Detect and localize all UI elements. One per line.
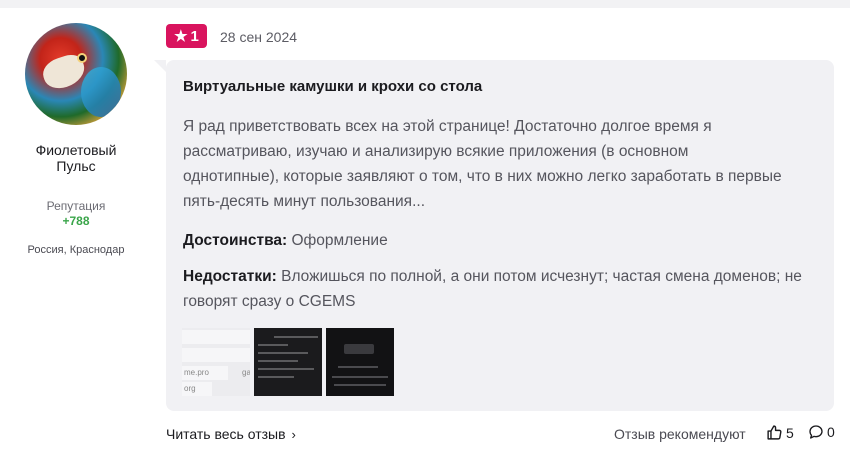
reputation-value: +788 bbox=[62, 214, 90, 228]
author-name[interactable]: Фиолетовый Пульс bbox=[14, 142, 138, 174]
pros-text: Оформление bbox=[287, 232, 388, 249]
star-icon: ★ bbox=[174, 27, 188, 45]
comments-button[interactable]: 0 bbox=[808, 424, 835, 440]
like-button[interactable]: 5 bbox=[766, 424, 794, 441]
thumb-row bbox=[182, 330, 250, 344]
thumb-line bbox=[258, 360, 298, 362]
thumb-line bbox=[258, 352, 308, 354]
review-title[interactable]: Виртуальные камушки и крохи со стола bbox=[183, 78, 823, 95]
review-date: 28 сен 2024 bbox=[220, 29, 298, 45]
read-more-label: Читать весь отзыв bbox=[166, 426, 286, 442]
thumb-line bbox=[332, 376, 388, 378]
comment-icon bbox=[809, 425, 823, 439]
thumb-button bbox=[344, 344, 374, 354]
avatar-eye bbox=[77, 53, 87, 63]
author-name-line1: Фиолетовый bbox=[35, 142, 117, 158]
review-card: Фиолетовый Пульс Репутация +788 Россия, … bbox=[0, 8, 850, 457]
author-name-line2: Пульс bbox=[56, 158, 96, 174]
thumbnail-2[interactable] bbox=[254, 328, 322, 396]
review-pros: Достоинства: Оформление bbox=[183, 228, 783, 253]
rating-badge: ★ 1 bbox=[166, 24, 207, 48]
author-location: Россия, Краснодар bbox=[27, 244, 125, 256]
cons-label: Недостатки: bbox=[183, 268, 277, 285]
thumb-text: org bbox=[184, 384, 196, 393]
recommends-label: Отзыв рекомендуют bbox=[614, 426, 746, 442]
cons-text: Вложишься по полной, а они потом исчезну… bbox=[183, 268, 802, 310]
review-text: Я рад приветствовать всех на этой страни… bbox=[183, 118, 782, 210]
reputation-label: Репутация bbox=[46, 199, 106, 213]
thumbs-up-icon bbox=[767, 425, 782, 440]
review-body: Виртуальные камушки и крохи со стола Я р… bbox=[154, 60, 834, 411]
thumb-line bbox=[338, 366, 378, 368]
review-cons: Недостатки: Вложишься по полной, а они п… bbox=[183, 264, 803, 314]
thumb-line bbox=[258, 344, 288, 346]
pros-label: Достоинства: bbox=[183, 232, 288, 249]
review-thumbnails: me.pro ga org bbox=[182, 328, 394, 396]
chevron-right-icon: › bbox=[291, 426, 296, 442]
thumb-row bbox=[182, 348, 250, 362]
thumb-line bbox=[258, 376, 294, 378]
thumbnail-1[interactable]: me.pro ga org bbox=[182, 328, 250, 396]
thumb-line bbox=[274, 336, 318, 338]
thumb-text: ga bbox=[242, 368, 250, 377]
thumb-line bbox=[258, 368, 314, 370]
avatar-feather bbox=[81, 67, 121, 117]
comments-count: 0 bbox=[827, 424, 835, 440]
thumb-line bbox=[334, 384, 386, 386]
thumb-text: me.pro bbox=[184, 368, 209, 377]
read-more-link[interactable]: Читать весь отзыв › bbox=[166, 426, 296, 442]
avatar[interactable] bbox=[25, 23, 127, 125]
thumbnail-3[interactable] bbox=[326, 328, 394, 396]
rating-value: 1 bbox=[190, 27, 199, 45]
likes-count: 5 bbox=[786, 424, 794, 441]
